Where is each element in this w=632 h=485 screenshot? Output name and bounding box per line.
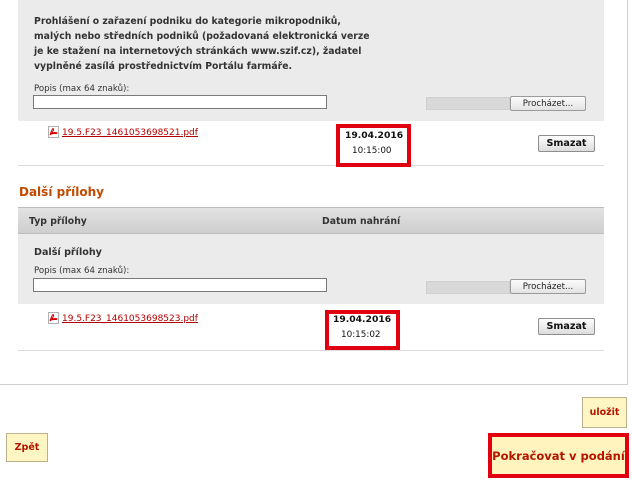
upload-date: 19.04.2016 — [345, 130, 404, 141]
upload-date: 19.04.2016 — [333, 314, 392, 325]
pdf-icon — [48, 126, 59, 138]
file-path-field — [426, 281, 510, 294]
browse-button[interactable]: Procházet... — [510, 279, 586, 294]
pdf-icon — [48, 312, 59, 324]
upload-time: 10:15:00 — [352, 146, 392, 156]
declaration-text: Prohlášení o zařazení podniku do kategor… — [34, 16, 370, 72]
table-header: Typ přílohy Datum nahrání — [18, 207, 604, 234]
description-input[interactable] — [33, 278, 327, 292]
browse-button[interactable]: Procházet... — [510, 96, 586, 111]
attachment-type-label: Další přílohy — [34, 247, 102, 258]
column-header-type: Typ přílohy — [29, 216, 87, 227]
section-title: Další přílohy — [19, 185, 104, 199]
description-input[interactable] — [33, 95, 327, 109]
upload-time: 10:15:02 — [341, 330, 381, 340]
file-path-field — [426, 97, 510, 110]
description-label: Popis (max 64 znaků): — [34, 84, 130, 94]
delete-button[interactable]: Smazat — [538, 135, 595, 152]
file-link[interactable]: 19.5.F23_1461053698521.pdf — [62, 128, 198, 138]
delete-button[interactable]: Smazat — [538, 318, 595, 335]
uploaded-file-row — [18, 304, 604, 351]
continue-button[interactable]: Pokračovat v podání — [488, 433, 629, 478]
column-header-date: Datum nahrání — [322, 216, 401, 227]
description-label: Popis (max 64 znaků): — [34, 266, 130, 276]
back-button[interactable]: Zpět — [6, 433, 48, 462]
file-link[interactable]: 19.5.F23_1461053698523.pdf — [62, 314, 198, 324]
save-button[interactable]: uložit — [582, 397, 627, 428]
